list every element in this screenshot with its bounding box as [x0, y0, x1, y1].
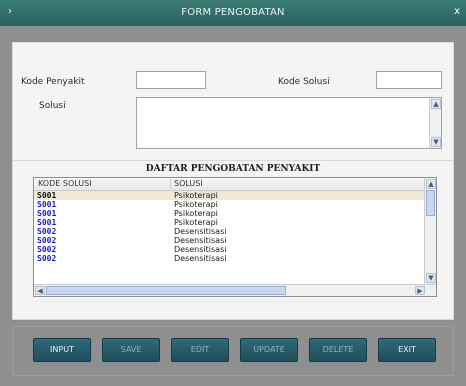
- cell-solusi: Psikoterapi: [174, 191, 218, 200]
- column-solusi[interactable]: SOLUSI: [170, 179, 203, 189]
- solusi-textarea[interactable]: ▲ ▼: [136, 97, 442, 149]
- close-icon[interactable]: x: [454, 6, 460, 17]
- cell-kode: S001: [37, 191, 57, 200]
- cell-kode: S001: [37, 209, 57, 218]
- scroll-down-icon[interactable]: ▼: [431, 137, 441, 147]
- table-row[interactable]: S002 Desensitisasi: [34, 254, 424, 263]
- cell-solusi: Psikoterapi: [174, 200, 218, 209]
- window-title: FORM PENGOBATAN: [181, 7, 285, 18]
- cell-kode: S002: [37, 227, 57, 236]
- table-vertical-scrollbar[interactable]: ▲ ▼: [424, 178, 436, 284]
- vertical-scroll-thumb[interactable]: [426, 190, 435, 216]
- edit-button[interactable]: EDIT: [171, 338, 229, 362]
- cell-solusi: Desensitisasi: [174, 245, 227, 254]
- solusi-scrollbar[interactable]: ▲ ▼: [429, 98, 441, 148]
- scroll-down-icon[interactable]: ▼: [426, 273, 436, 283]
- table-row[interactable]: S001 Psikoterapi: [34, 200, 424, 209]
- input-panel: Kode Penyakit Kode Solusi Solusi ▲ ▼: [12, 42, 454, 162]
- table-row[interactable]: S001 Psikoterapi: [34, 218, 424, 227]
- scroll-up-icon[interactable]: ▲: [426, 179, 436, 189]
- table-row[interactable]: S001 Psikoterapi: [34, 209, 424, 218]
- update-button[interactable]: UPDATE: [240, 338, 298, 362]
- cell-kode: S002: [37, 236, 57, 245]
- form-pengobatan-window: › FORM PENGOBATAN x Kode Penyakit Kode S…: [0, 0, 466, 386]
- table-row[interactable]: S002 Desensitisasi: [34, 227, 424, 236]
- cell-solusi: Psikoterapi: [174, 209, 218, 218]
- kode-solusi-input[interactable]: [376, 71, 442, 89]
- cell-solusi: Desensitisasi: [174, 254, 227, 263]
- table-row[interactable]: S001 Psikoterapi: [34, 191, 424, 200]
- delete-button[interactable]: DELETE: [309, 338, 367, 362]
- cell-kode: S001: [37, 200, 57, 209]
- horizontal-scroll-thumb[interactable]: [46, 286, 286, 295]
- table-row[interactable]: S002 Desensitisasi: [34, 245, 424, 254]
- cell-kode: S001: [37, 218, 57, 227]
- table-header: KODE SOLUSI SOLUSI: [34, 178, 424, 191]
- cell-kode: S002: [37, 254, 57, 263]
- cell-kode: S002: [37, 245, 57, 254]
- exit-button[interactable]: EXIT: [378, 338, 436, 362]
- kode-penyakit-input[interactable]: [136, 71, 206, 89]
- solusi-label: Solusi: [39, 101, 66, 111]
- list-title: DAFTAR PENGOBATAN PENYAKIT: [145, 164, 321, 174]
- button-panel: INPUT SAVE EDIT UPDATE DELETE EXIT: [12, 326, 454, 376]
- pengobatan-table[interactable]: KODE SOLUSI SOLUSI S001 Psikoterapi S001…: [33, 177, 437, 297]
- cell-solusi: Desensitisasi: [174, 236, 227, 245]
- kode-penyakit-label: Kode Penyakit: [21, 77, 85, 87]
- save-button[interactable]: SAVE: [102, 338, 160, 362]
- title-bar[interactable]: › FORM PENGOBATAN x: [0, 0, 466, 26]
- scroll-up-icon[interactable]: ▲: [431, 99, 441, 109]
- kode-solusi-label: Kode Solusi: [278, 77, 330, 87]
- scroll-right-icon[interactable]: ▶: [415, 286, 425, 295]
- list-panel: DAFTAR PENGOBATAN PENYAKIT KODE SOLUSI S…: [12, 160, 454, 320]
- cell-solusi: Desensitisasi: [174, 227, 227, 236]
- cell-solusi: Psikoterapi: [174, 218, 218, 227]
- table-row[interactable]: S002 Desensitisasi: [34, 236, 424, 245]
- table-horizontal-scrollbar[interactable]: ◀ ▶: [34, 284, 436, 296]
- input-button[interactable]: INPUT: [33, 338, 91, 362]
- scroll-left-icon[interactable]: ◀: [35, 286, 45, 295]
- column-kode-solusi[interactable]: KODE SOLUSI: [38, 179, 92, 188]
